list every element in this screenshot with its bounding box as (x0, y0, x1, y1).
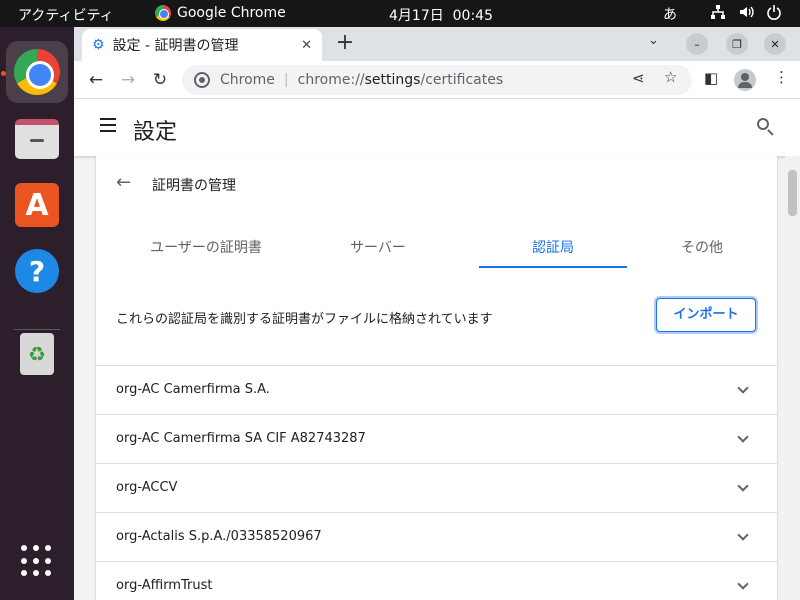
url-path: /certificates (420, 72, 504, 88)
list-item[interactable]: org-AC Camerfirma S.A. (96, 366, 777, 415)
certificate-tabs: ユーザーの証明書 サーバー 認証局 その他 (96, 228, 777, 268)
chrome-site-icon (194, 72, 210, 88)
activities-button[interactable]: アクティビティ (18, 5, 114, 25)
menu-kebab-icon[interactable]: ⋮ (774, 68, 789, 86)
settings-page: 設定 ← 証明書の管理 ユーザーの証明書 サーバー 認証局 その他 これらの認証… (74, 100, 800, 600)
dock: A ? ♻ (0, 27, 74, 600)
profile-avatar[interactable] (734, 69, 756, 91)
authority-name: org-Actalis S.p.A./03358520967 (116, 529, 322, 544)
description-row: これらの認証局を識別する証明書がファイルに格納されています インポート (96, 286, 777, 366)
minimize-button[interactable]: – (686, 33, 708, 55)
scrollbar-thumb[interactable] (788, 170, 797, 216)
clock-time: 00:45 (452, 8, 493, 24)
authority-name: org-AC Camerfirma S.A. (116, 382, 270, 397)
dock-app-store[interactable]: A (6, 174, 68, 236)
system-top-bar: アクティビティ Google Chrome 4月17日 00:45 あ (0, 0, 800, 27)
app-menu-label: Google Chrome (177, 5, 286, 21)
description-text: これらの認証局を識別する証明書がファイルに格納されています (116, 312, 493, 327)
hamburger-menu-icon[interactable] (100, 118, 116, 132)
gear-icon: ⚙ (92, 37, 105, 53)
chrome-icon (155, 5, 171, 21)
back-arrow-icon[interactable]: ← (84, 68, 108, 92)
authority-name: org-ACCV (116, 480, 178, 495)
files-icon (15, 119, 59, 159)
dock-help[interactable]: ? (6, 240, 68, 302)
app-menu[interactable]: Google Chrome (155, 5, 286, 21)
back-arrow-icon[interactable]: ← (116, 172, 131, 193)
tab-others[interactable]: その他 (628, 228, 776, 268)
chevron-down-icon[interactable] (737, 382, 749, 394)
subpage-title: 証明書の管理 (152, 178, 236, 194)
chevron-down-icon[interactable] (737, 578, 749, 590)
clock-date: 4月17日 (389, 8, 444, 24)
maximize-button[interactable]: ❐ (726, 33, 748, 55)
input-method-indicator[interactable]: あ (663, 4, 677, 24)
share-icon[interactable]: ⋖ (632, 69, 645, 87)
list-item[interactable]: org-ACCV (96, 464, 777, 513)
address-bar[interactable]: Chrome | chrome://settings/certificates (182, 65, 692, 95)
subpage-header: ← 証明書の管理 (96, 156, 777, 212)
dock-trash[interactable]: ♻ (6, 323, 68, 385)
import-button[interactable]: インポート (656, 298, 756, 332)
show-apps-icon[interactable] (21, 545, 53, 577)
search-icon[interactable] (757, 118, 777, 138)
chevron-down-icon[interactable] (737, 529, 749, 541)
chevron-down-icon[interactable] (737, 431, 749, 443)
list-item[interactable]: org-AffirmTrust (96, 562, 777, 600)
tab-user-certificates[interactable]: ユーザーの証明書 (132, 228, 280, 268)
side-panel-icon[interactable]: ◧ (704, 69, 718, 87)
trash-icon: ♻ (20, 333, 54, 375)
tab-servers[interactable]: サーバー (304, 228, 452, 268)
bookmark-star-icon[interactable]: ☆ (664, 68, 677, 86)
tab-search-chevron-icon[interactable]: ⌄ (648, 33, 659, 48)
scrollbar[interactable] (785, 156, 800, 600)
list-item[interactable]: org-AC Camerfirma SA CIF A82743287 (96, 415, 777, 464)
authority-name: org-AC Camerfirma SA CIF A82743287 (116, 431, 366, 446)
clock[interactable]: 4月17日 00:45 (389, 5, 493, 25)
tab-settings[interactable]: ⚙ 設定 - 証明書の管理 ✕ (82, 29, 322, 61)
dock-chrome[interactable] (6, 41, 68, 103)
system-tray[interactable] (710, 4, 782, 20)
window-close-button[interactable]: ✕ (764, 33, 786, 55)
volume-icon (740, 6, 754, 18)
site-chip: Chrome (220, 72, 275, 88)
chevron-down-icon[interactable] (737, 480, 749, 492)
url-host: settings (364, 72, 421, 88)
new-tab-button[interactable]: + (332, 31, 358, 57)
certificates-card: ← 証明書の管理 ユーザーの証明書 サーバー 認証局 その他 これらの認証局を識… (96, 156, 777, 600)
chrome-window: ⚙ 設定 - 証明書の管理 ✕ + ⌄ – ❐ ✕ ← → ↻ Chrome |… (74, 27, 800, 600)
close-icon[interactable]: ✕ (301, 38, 312, 53)
dock-files[interactable] (6, 108, 68, 170)
power-icon (767, 5, 781, 20)
omnibox-divider: | (283, 72, 289, 88)
forward-arrow-icon[interactable]: → (116, 68, 140, 92)
list-item[interactable]: org-Actalis S.p.A./03358520967 (96, 513, 777, 562)
tab-title: 設定 - 証明書の管理 (112, 38, 239, 54)
tab-strip: ⚙ 設定 - 証明書の管理 ✕ + ⌄ – ❐ ✕ (74, 27, 800, 61)
authority-list: org-AC Camerfirma S.A. org-AC Camerfirma… (96, 366, 777, 600)
browser-toolbar: ← → ↻ Chrome | chrome://settings/certifi… (74, 61, 800, 99)
network-icon (711, 5, 725, 19)
app-store-icon: A (15, 183, 59, 227)
page-title: 設定 (133, 120, 178, 145)
tab-authorities[interactable]: 認証局 (479, 228, 627, 268)
authority-name: org-AffirmTrust (116, 578, 213, 593)
chrome-icon (14, 49, 60, 95)
help-icon: ? (15, 249, 59, 293)
settings-header: 設定 (74, 100, 800, 156)
url-scheme: chrome:// (297, 72, 365, 88)
reload-icon[interactable]: ↻ (148, 68, 172, 92)
